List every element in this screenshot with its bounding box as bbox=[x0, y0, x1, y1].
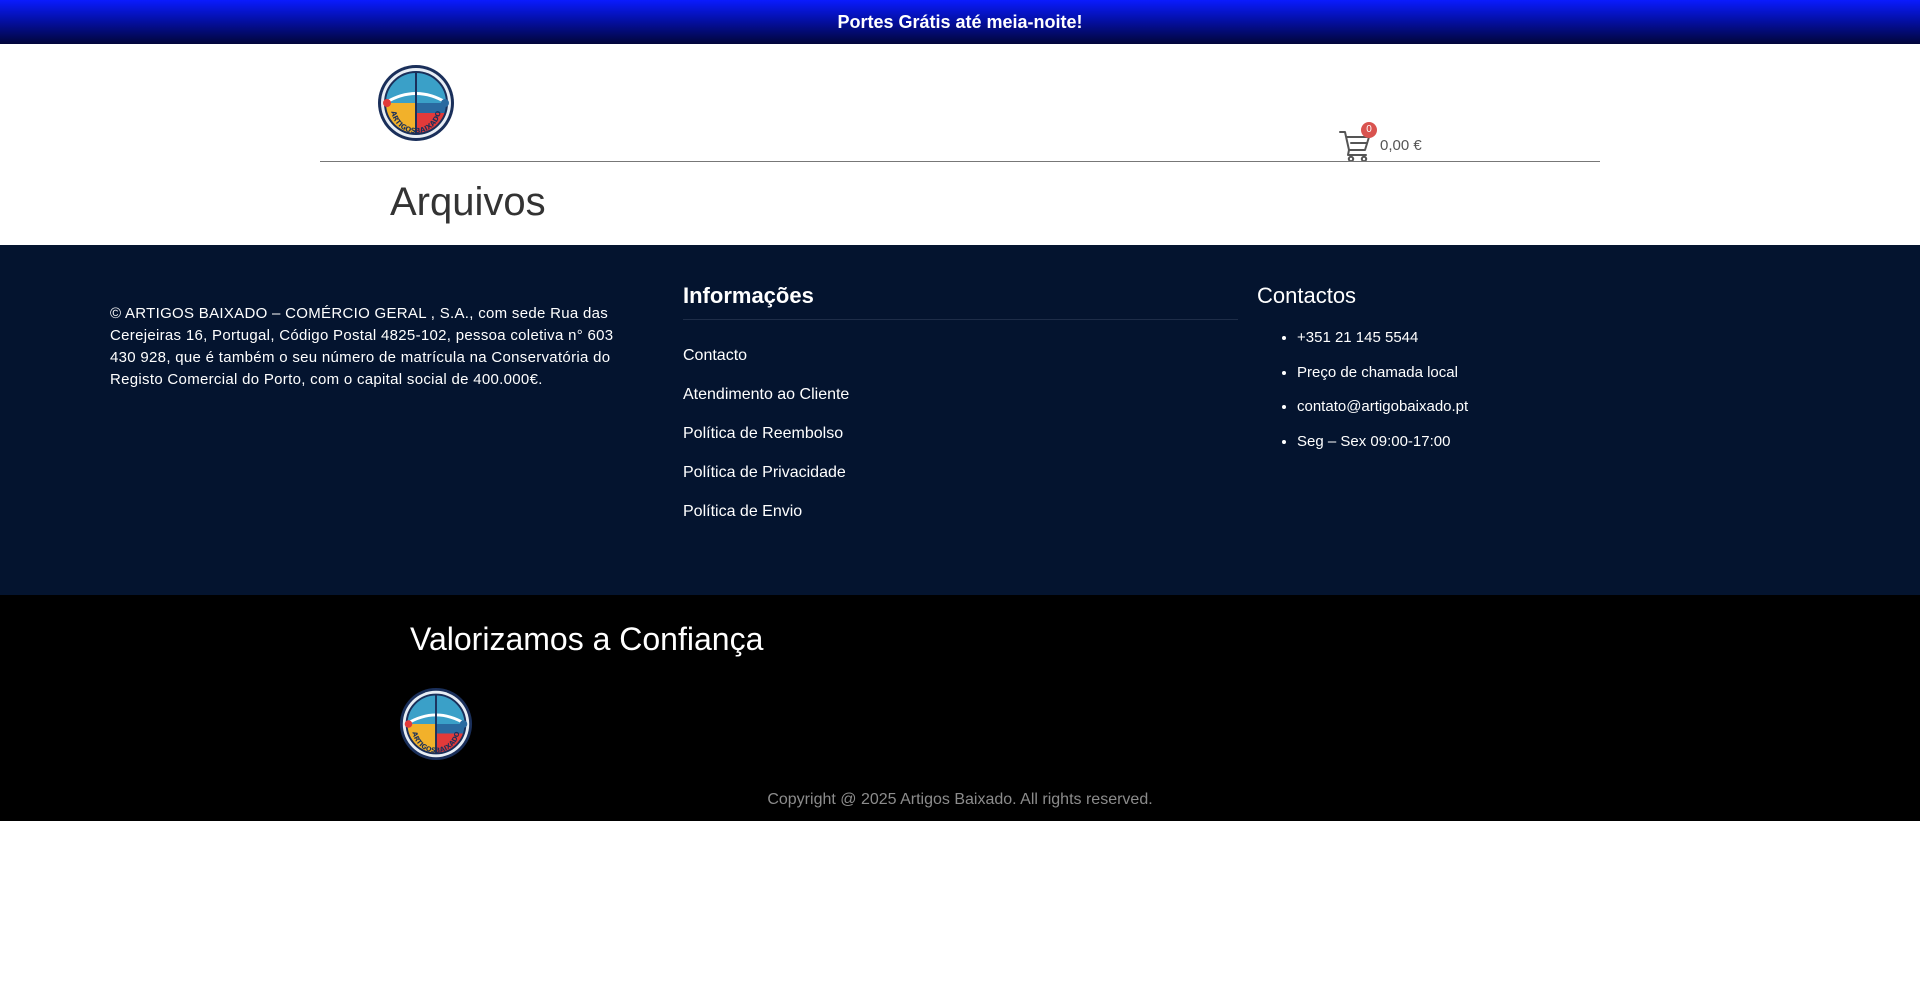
contacts-title: Contactos bbox=[1257, 283, 1357, 308]
site-logo[interactable]: ARTIGOSBAIXADO bbox=[377, 64, 455, 142]
link-atendimento[interactable]: Atendimento ao Cliente bbox=[683, 386, 849, 403]
link-envio[interactable]: Política de Envio bbox=[683, 503, 802, 520]
cart-count-badge: 0 bbox=[1361, 122, 1377, 138]
copyright: Copyright @ 2025 Artigos Baixado. All ri… bbox=[767, 791, 1153, 808]
trust-title: Valorizamos a Confiança bbox=[410, 621, 764, 657]
trust-logo: ARTIGOSBAIXADO bbox=[399, 687, 473, 761]
logo-icon: ARTIGOSBAIXADO bbox=[399, 687, 473, 761]
info-link-item: Contacto bbox=[683, 346, 1243, 385]
info-title: Informações bbox=[683, 283, 814, 308]
contact-call-note: Preço de chamada local bbox=[1297, 364, 1757, 399]
promo-bar: Portes Grátis até meia-noite! bbox=[0, 0, 1920, 44]
link-reembolso[interactable]: Política de Reembolso bbox=[683, 425, 843, 442]
promo-text: Portes Grátis até meia-noite! bbox=[837, 11, 1083, 32]
footer-bottom: Valorizamos a Confiança ARTIGOSBAIXADO C… bbox=[0, 595, 1920, 821]
footer-info-column: Informações Contacto Atendimento ao Clie… bbox=[683, 283, 1243, 541]
shopping-cart-icon[interactable]: 0 bbox=[1339, 122, 1377, 163]
page-title: Arquivos bbox=[390, 180, 546, 224]
contact-phone: +351 21 145 5544 bbox=[1297, 329, 1757, 364]
footer-main: © ARTIGOS BAIXADO – COMÉRCIO GERAL , S.A… bbox=[0, 245, 1920, 595]
link-privacidade[interactable]: Política de Privacidade bbox=[683, 464, 846, 481]
info-divider bbox=[683, 319, 1238, 320]
info-link-item: Política de Privacidade bbox=[683, 463, 1243, 502]
site-header: ARTIGOSBAIXADO 0 0,00 € bbox=[0, 44, 1920, 163]
info-link-item: Política de Envio bbox=[683, 502, 1243, 541]
contacts-list: +351 21 145 5544 Preço de chamada local … bbox=[1257, 329, 1757, 467]
company-info: © ARTIGOS BAIXADO – COMÉRCIO GERAL , S.A… bbox=[110, 305, 614, 388]
link-contacto[interactable]: Contacto bbox=[683, 347, 747, 364]
logo-icon: ARTIGOSBAIXADO bbox=[378, 65, 454, 141]
info-link-item: Política de Reembolso bbox=[683, 424, 1243, 463]
contact-email: contato@artigobaixado.pt bbox=[1297, 398, 1757, 433]
contact-hours: Seg – Sex 09:00-17:00 bbox=[1297, 433, 1757, 468]
info-links: Contacto Atendimento ao Cliente Política… bbox=[683, 346, 1243, 541]
header-cart[interactable]: 0 0,00 € bbox=[1339, 122, 1422, 163]
footer-contacts-column: Contactos +351 21 145 5544 Preço de cham… bbox=[1257, 283, 1757, 467]
page-title-area: Arquivos bbox=[0, 162, 1920, 245]
cart-total[interactable]: 0,00 € bbox=[1380, 137, 1422, 154]
info-link-item: Atendimento ao Cliente bbox=[683, 385, 1243, 424]
